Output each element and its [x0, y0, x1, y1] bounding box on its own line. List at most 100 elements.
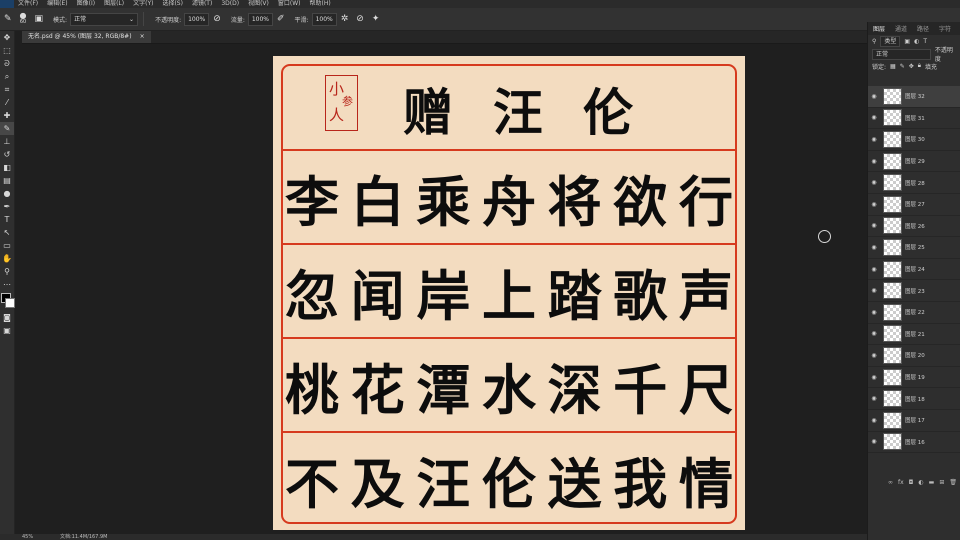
menu-edit[interactable]: 编辑(E) [47, 0, 67, 8]
zoom-tool-icon[interactable]: ⚲ [0, 265, 14, 278]
brush-preset-icon[interactable]: ● 60 [20, 12, 27, 26]
brush-tool-icon[interactable]: ✎ [0, 122, 14, 135]
dodge-tool-icon[interactable]: ● [0, 187, 14, 200]
flow-input[interactable]: 100% [247, 12, 273, 26]
pressure-opacity-icon[interactable]: ⊘ [213, 14, 221, 24]
menu-view[interactable]: 视图(V) [248, 0, 269, 8]
layer-row[interactable]: ◉ 图层 26 [868, 216, 960, 238]
eraser-tool-icon[interactable]: ◧ [0, 161, 14, 174]
gear-icon[interactable]: ✲ [341, 14, 349, 24]
hand-tool-icon[interactable]: ✋ [0, 252, 14, 265]
visibility-eye-icon[interactable]: ◉ [868, 287, 880, 294]
visibility-eye-icon[interactable]: ◉ [868, 244, 880, 251]
layer-row[interactable]: ◉ 图层 18 [868, 388, 960, 410]
tab-layers[interactable]: 图层 [868, 24, 890, 33]
mode-select[interactable]: 正常 ⌄ [70, 12, 139, 26]
pen-tool-icon[interactable]: ✒ [0, 200, 14, 213]
path-select-tool-icon[interactable]: ↖ [0, 226, 14, 239]
document-tab[interactable]: 无名.psd @ 45% (图层 32, RGB/8#) × [22, 31, 151, 43]
layer-row[interactable]: ◉ 图层 19 [868, 367, 960, 389]
tab-channels[interactable]: 通道 [890, 24, 912, 33]
visibility-eye-icon[interactable]: ◉ [868, 417, 880, 424]
layer-row[interactable]: ◉ 图层 23 [868, 280, 960, 302]
visibility-eye-icon[interactable]: ◉ [868, 438, 880, 445]
brush-panel-icon[interactable]: ▣ [35, 14, 44, 24]
layer-row[interactable]: ◉ 图层 22 [868, 302, 960, 324]
artwork-canvas[interactable]: 小 人 参 赠 汪 伦 李 白 乘 舟 将 欲 行 忽 闻 岸 上 踏 歌 声 … [273, 56, 745, 530]
folder-icon[interactable]: ▬ [929, 479, 935, 486]
layer-row[interactable]: ◉ 图层 30 [868, 129, 960, 151]
layer-row[interactable]: ◉ 图层 20 [868, 345, 960, 367]
layer-row[interactable]: ◉ 图层 17 [868, 410, 960, 432]
layer-row[interactable]: ◉ 图层 31 [868, 108, 960, 130]
visibility-eye-icon[interactable]: ◉ [868, 158, 880, 165]
menu-layer[interactable]: 图层(L) [104, 0, 124, 8]
visibility-eye-icon[interactable]: ◉ [868, 179, 880, 186]
adjustment-icon[interactable]: ◐ [918, 479, 923, 486]
layer-row[interactable]: ◉ 图层 25 [868, 237, 960, 259]
filter-type-icon[interactable]: T [923, 38, 927, 45]
delete-icon[interactable]: 🗑︎ [949, 479, 957, 486]
new-layer-icon[interactable]: ⊞ [939, 479, 944, 486]
visibility-eye-icon[interactable]: ◉ [868, 201, 880, 208]
filter-pixel-icon[interactable]: ▣ [904, 38, 910, 45]
fx-icon[interactable]: fx [898, 479, 904, 486]
history-brush-tool-icon[interactable]: ↺ [0, 148, 14, 161]
lock-move-icon[interactable]: ✥ [909, 63, 914, 70]
opacity-input[interactable]: 100% [184, 12, 210, 26]
lasso-tool-icon[interactable]: ᘐ [0, 57, 14, 70]
visibility-eye-icon[interactable]: ◉ [868, 222, 880, 229]
zoom-level[interactable]: 45% [22, 534, 33, 540]
close-icon[interactable]: × [140, 31, 145, 43]
visibility-eye-icon[interactable]: ◉ [868, 114, 880, 121]
symmetry-icon[interactable]: ✦ [372, 14, 380, 24]
layer-row[interactable]: ◉ 图层 16 [868, 432, 960, 454]
background-color[interactable] [5, 298, 15, 308]
crop-tool-icon[interactable]: ⌗ [0, 83, 14, 96]
filter-adjust-icon[interactable]: ◐ [914, 38, 919, 45]
quick-mask-icon[interactable]: ◙ [0, 311, 14, 324]
visibility-eye-icon[interactable]: ◉ [868, 374, 880, 381]
menu-3d[interactable]: 3D(D) [221, 0, 239, 8]
eyedropper-tool-icon[interactable]: ⁄ [0, 96, 14, 109]
gradient-tool-icon[interactable]: ▤ [0, 174, 14, 187]
layer-row[interactable]: ◉ 图层 24 [868, 259, 960, 281]
lock-all-icon[interactable]: 🔒︎ [918, 62, 921, 70]
visibility-eye-icon[interactable]: ◉ [868, 395, 880, 402]
visibility-eye-icon[interactable]: ◉ [868, 330, 880, 337]
tab-character[interactable]: 字符 [934, 24, 956, 33]
layer-row[interactable]: ◉ 图层 27 [868, 194, 960, 216]
lock-paint-icon[interactable]: ✎ [900, 63, 905, 70]
smooth-input[interactable]: 100% [311, 12, 337, 26]
shape-tool-icon[interactable]: ▭ [0, 239, 14, 252]
visibility-eye-icon[interactable]: ◉ [868, 352, 880, 359]
menu-select[interactable]: 选择(S) [162, 0, 183, 8]
doc-info[interactable]: 文档:11.4M/167.9M [60, 534, 107, 540]
visibility-eye-icon[interactable]: ◉ [868, 93, 880, 100]
menu-filter[interactable]: 滤镜(T) [192, 0, 212, 8]
airbrush-icon[interactable]: ✐ [277, 14, 285, 24]
brush-tool-icon[interactable]: ✎ [4, 14, 12, 24]
color-swatches[interactable] [0, 291, 15, 311]
visibility-eye-icon[interactable]: ◉ [868, 309, 880, 316]
mask-icon[interactable]: ◘ [909, 479, 914, 486]
move-tool-icon[interactable]: ✥ [0, 31, 14, 44]
more-tools-icon[interactable]: ⋯ [0, 278, 14, 291]
menu-help[interactable]: 帮助(H) [310, 0, 331, 8]
marquee-tool-icon[interactable]: ⬚ [0, 44, 14, 57]
quick-select-tool-icon[interactable]: ⌕ [0, 70, 14, 83]
menu-image[interactable]: 图像(I) [77, 0, 95, 8]
lock-pixels-icon[interactable]: ▦ [890, 63, 896, 70]
menu-window[interactable]: 窗口(W) [278, 0, 301, 8]
tab-paths[interactable]: 路径 [912, 24, 934, 33]
link-icon[interactable]: ∞ [888, 479, 893, 486]
menu-type[interactable]: 文字(Y) [133, 0, 153, 8]
visibility-eye-icon[interactable]: ◉ [868, 266, 880, 273]
layer-filter-select[interactable]: 类型 [880, 36, 901, 47]
layer-row[interactable]: ◉ 图层 29 [868, 151, 960, 173]
layer-row[interactable]: ◉ 图层 28 [868, 172, 960, 194]
stamp-tool-icon[interactable]: ⊥ [0, 135, 14, 148]
visibility-eye-icon[interactable]: ◉ [868, 136, 880, 143]
type-tool-icon[interactable]: T [0, 213, 14, 226]
menu-file[interactable]: 文件(F) [18, 0, 38, 8]
